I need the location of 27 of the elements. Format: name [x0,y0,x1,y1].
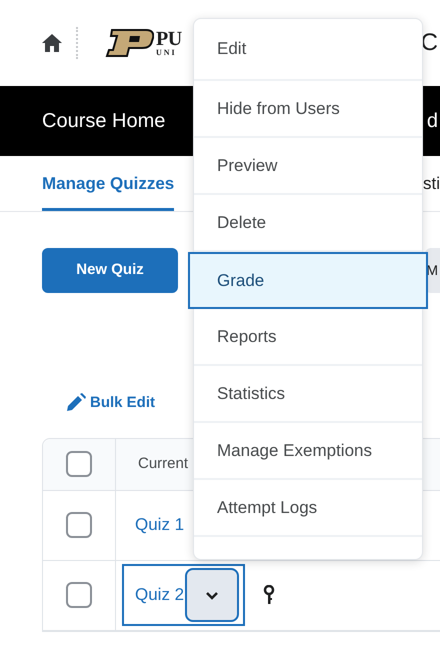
home-icon[interactable] [42,34,62,52]
quiz-link[interactable]: Quiz 2 [135,582,184,608]
logo-subtext: UNI [156,49,178,57]
nav-link[interactable]: Course Home [42,106,166,136]
menu-item[interactable]: Grade [188,252,428,309]
column-header: Current [138,454,188,474]
tab[interactable]: sti [423,170,440,211]
logo-icon[interactable] [104,29,154,57]
menu-item[interactable]: Attempt Logs [194,480,422,537]
menu-item[interactable]: Hide from Users [194,81,422,138]
menu-item[interactable]: Reports [194,309,422,366]
tab[interactable]: Manage Quizzes [42,170,174,211]
checkbox[interactable] [66,451,92,477]
new-quiz-button[interactable]: New Quiz [42,248,178,293]
menu-item[interactable]: Manage Exemptions [194,423,422,480]
logo-text: PU [156,29,182,49]
checkbox[interactable] [66,582,92,608]
menu-item[interactable]: Preview [194,138,422,195]
quiz-link[interactable]: Quiz 1 [135,512,184,538]
bulk-edit-button[interactable]: Bulk Edit [64,392,156,414]
menu-item[interactable]: Statistics [194,366,422,423]
pencil-icon [64,393,86,414]
chevron-down-icon [205,590,220,600]
menu-item[interactable]: Edit [194,19,422,81]
dropdown-button[interactable] [185,568,240,622]
nav-link[interactable]: d [426,106,440,136]
checkbox[interactable] [66,512,92,538]
